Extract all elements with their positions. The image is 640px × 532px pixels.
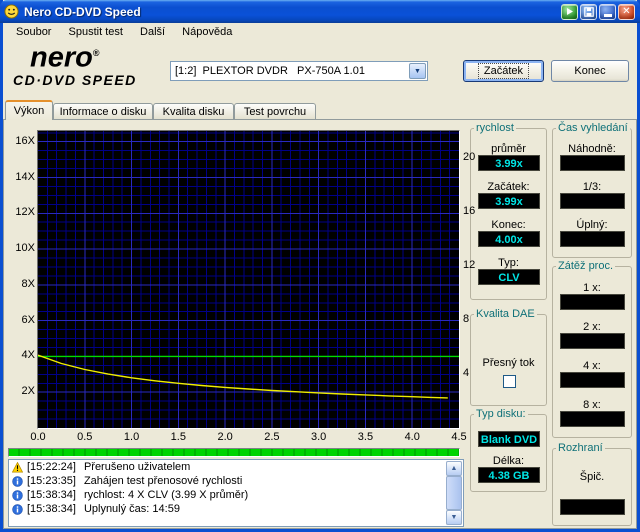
- begin-button-label: Začátek: [477, 63, 530, 79]
- floppy-icon: [583, 6, 594, 17]
- seek-full-label: Úplný:: [576, 219, 608, 231]
- log-entry[interactable]: [15:38:34] rychlost: 4 X CLV (3.99 X prů…: [9, 488, 463, 502]
- disc-type-value: Blank DVD: [478, 431, 540, 447]
- interface-peak-label: Špič.: [579, 471, 605, 483]
- cpu-4x-label: 4 x:: [583, 360, 601, 372]
- log-text: Uplynulý čas: 14:59: [83, 503, 180, 515]
- window-title: Nero CD-DVD Speed: [24, 4, 141, 19]
- minimize-button[interactable]: [599, 3, 616, 20]
- app-window: Nero CD-DVD Speed ✕ Soubor Spustit test …: [0, 0, 640, 532]
- log-entry[interactable]: [15:38:34] Uplynulý čas: 14:59: [9, 502, 463, 516]
- speed-end-value: 4.00x: [478, 231, 540, 247]
- start-test-titlebar-button[interactable]: [561, 3, 578, 20]
- progress-fill: [9, 449, 459, 456]
- seek-full-value: [560, 231, 625, 247]
- log-text: Přerušeno uživatelem: [83, 461, 191, 473]
- minimize-icon: [603, 13, 612, 17]
- seek-random-label: Náhodně:: [568, 143, 616, 155]
- panel-dae-quality: Kvalita DAE Přesný tok: [470, 308, 547, 406]
- titlebar[interactable]: Nero CD-DVD Speed ✕: [0, 0, 640, 23]
- event-log[interactable]: [15:22:24] Přerušeno uživatelem [15:23:3…: [8, 459, 464, 527]
- speed-start-label: Začátek:: [487, 181, 530, 193]
- tab-test-povrchu[interactable]: Test povrchu: [234, 103, 316, 120]
- chart-plot: [38, 131, 459, 428]
- titlebar-buttons: ✕: [561, 3, 635, 20]
- log-scrollbar[interactable]: ▲ ▼: [446, 461, 462, 525]
- nero-logo: nero®: [30, 41, 100, 74]
- panel-seek-times: Čas vyhledání Náhodně: 1/3: Úplný:: [552, 122, 632, 258]
- drive-selector-value: [1:2] PLEXTOR DVDR PX-750A 1.01: [175, 65, 365, 77]
- log-entry[interactable]: [15:23:35] Zahájen test přenosové rychlo…: [9, 474, 463, 488]
- warning-icon: [12, 461, 25, 473]
- log-entry[interactable]: [15:22:24] Přerušeno uživatelem: [9, 460, 463, 474]
- cpu-4x-value: [560, 372, 625, 388]
- panel-cpu-title: Zátěž proc.: [556, 260, 616, 273]
- speed-end-label: Konec:: [491, 219, 526, 231]
- tab-vykon[interactable]: Výkon: [5, 100, 53, 120]
- log-time: [15:22:24]: [27, 461, 76, 473]
- cpu-2x-value: [560, 333, 625, 349]
- log-time: [15:23:35]: [27, 475, 76, 487]
- transfer-rate-chart: [37, 130, 460, 429]
- registered-mark: ®: [92, 48, 100, 58]
- save-button[interactable]: [580, 3, 597, 20]
- cpu-1x-label: 1 x:: [583, 282, 601, 294]
- panel-seek-title: Čas vyhledání: [556, 122, 630, 135]
- scroll-up-button[interactable]: ▲: [446, 461, 462, 476]
- panel-dae-title: Kvalita DAE: [474, 308, 537, 321]
- play-icon: [567, 8, 573, 15]
- info-icon: [12, 489, 25, 501]
- speed-type-value: CLV: [478, 269, 540, 285]
- panel-cpu-usage: Zátěž proc. 1 x: 2 x: 4 x: 8 x:: [552, 260, 632, 438]
- panel-interface-title: Rozhraní: [556, 442, 605, 455]
- begin-button[interactable]: Začátek: [463, 60, 544, 82]
- panel-disc-title: Typ disku:: [474, 408, 528, 421]
- speed-average-value: 3.99x: [478, 155, 540, 171]
- seek-third-label: 1/3:: [582, 181, 602, 193]
- log-text: rychlost: 4 X CLV (3.99 X průměr): [83, 489, 249, 501]
- interface-peak-value: [560, 499, 625, 515]
- speed-average-label: průměr: [491, 143, 526, 155]
- close-icon: ✕: [622, 6, 631, 17]
- seek-random-value: [560, 155, 625, 171]
- menu-napoveda[interactable]: Nápověda: [175, 23, 239, 42]
- panel-speed: rychlost průměr 3.99x Začátek: 3.99x Kon…: [470, 122, 547, 300]
- speed-start-value: 3.99x: [478, 193, 540, 209]
- close-button[interactable]: ✕: [618, 3, 635, 20]
- speed-type-label: Typ:: [498, 257, 519, 269]
- panel-disc-type: Typ disku: Blank DVD Délka: 4.38 GB: [470, 408, 547, 492]
- panel-speed-title: rychlost: [474, 122, 516, 135]
- log-time: [15:38:34]: [27, 503, 76, 515]
- end-button[interactable]: Konec: [551, 60, 629, 82]
- info-icon: [12, 503, 25, 515]
- series-rotation-speed: [38, 354, 448, 399]
- app-icon-smiley: [4, 4, 20, 20]
- menu-dalsi[interactable]: Další: [133, 23, 172, 42]
- end-button-label: Konec: [574, 65, 606, 77]
- progress-bar: [8, 448, 460, 457]
- cpu-1x-value: [560, 294, 625, 310]
- cpu-8x-value: [560, 411, 625, 427]
- log-time: [15:38:34]: [27, 489, 76, 501]
- panel-interface: Rozhraní Špič.: [552, 442, 632, 526]
- disc-length-value: 4.38 GB: [478, 467, 540, 483]
- log-text: Zahájen test přenosové rychlosti: [83, 475, 243, 487]
- info-icon: [12, 475, 25, 487]
- scroll-down-button[interactable]: ▼: [446, 510, 462, 525]
- accurate-stream-checkbox[interactable]: [503, 375, 516, 388]
- disc-length-label: Délka:: [492, 455, 525, 467]
- seek-third-value: [560, 193, 625, 209]
- tab-informace-o-disku[interactable]: Informace o disku: [53, 103, 153, 120]
- dropdown-arrow-icon[interactable]: ▼: [409, 63, 426, 79]
- tab-kvalita-disku[interactable]: Kvalita disku: [153, 103, 234, 120]
- cpu-2x-label: 2 x:: [583, 321, 601, 333]
- cpu-8x-label: 8 x:: [583, 399, 601, 411]
- scrollbar-thumb[interactable]: [446, 476, 462, 510]
- accurate-stream-label: Přesný tok: [482, 357, 535, 369]
- drive-selector[interactable]: [1:2] PLEXTOR DVDR PX-750A 1.01 ▼: [170, 61, 428, 81]
- cddvd-speed-logo: CD·DVD SPEED: [13, 72, 137, 88]
